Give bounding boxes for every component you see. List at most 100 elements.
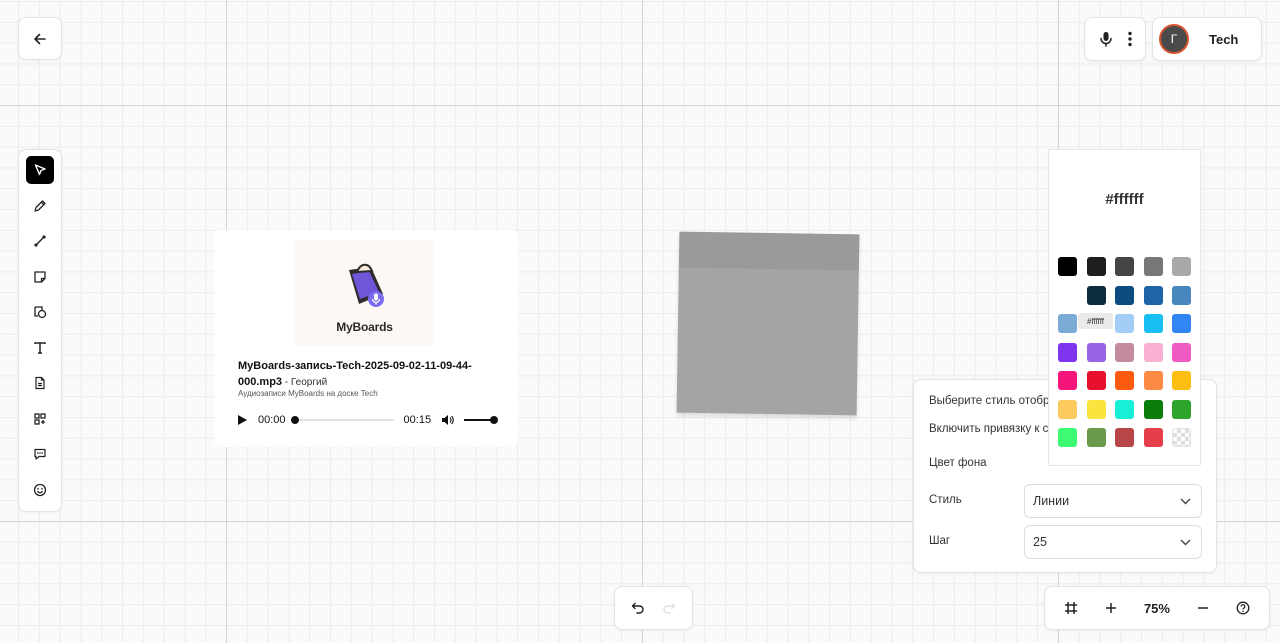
color-swatch[interactable] <box>1086 285 1106 305</box>
progress-slider[interactable] <box>290 416 394 424</box>
audio-player: 00:00 00:15 <box>236 411 508 429</box>
avatar: Г <box>1159 24 1189 54</box>
volume-icon <box>442 415 454 425</box>
color-swatch[interactable] <box>1058 285 1077 305</box>
zoom-panel: 75% <box>1044 586 1270 630</box>
color-swatch[interactable] <box>1143 342 1163 362</box>
zoom-level[interactable]: 75% <box>1144 601 1170 616</box>
file-tool[interactable] <box>26 369 54 397</box>
apps-tool[interactable] <box>26 405 54 433</box>
color-swatch[interactable] <box>1172 371 1191 390</box>
color-swatch[interactable] <box>1058 399 1077 419</box>
color-swatch[interactable] <box>1143 371 1163 390</box>
comment-icon <box>34 448 46 460</box>
comment-tool[interactable] <box>26 440 54 468</box>
play-icon <box>238 415 247 425</box>
color-swatch[interactable] <box>1172 342 1191 362</box>
toolbar <box>18 149 62 512</box>
help-icon <box>1236 601 1249 615</box>
pen-tool[interactable] <box>26 192 54 220</box>
audio-filename: MyBoards-запись-Tech-2025-09-02-11-09-44… <box>238 360 472 388</box>
line-icon <box>34 235 46 247</box>
frame-button[interactable] <box>1064 601 1078 615</box>
text-tool[interactable] <box>26 334 54 362</box>
color-swatch[interactable] <box>1143 428 1163 447</box>
color-swatch[interactable] <box>1086 371 1106 390</box>
undo-button[interactable] <box>631 602 645 614</box>
sticky-tool[interactable] <box>26 263 54 291</box>
bg-color-label: Цвет фона <box>929 457 987 469</box>
frame-icon <box>1065 602 1078 614</box>
volume-knob[interactable] <box>490 416 499 424</box>
display-style-label: Выберите стиль отобра <box>929 395 1056 407</box>
color-swatch[interactable] <box>1115 285 1134 305</box>
plus-icon <box>1106 603 1117 613</box>
audio-title: MyBoards-запись-Tech-2025-09-02-11-09-44… <box>238 358 500 391</box>
progress-knob[interactable] <box>290 416 299 424</box>
color-swatch[interactable] <box>1172 314 1191 333</box>
zoom-out-button[interactable] <box>1197 602 1209 614</box>
snap-label: Включить привязку к с <box>929 423 1049 435</box>
color-swatch[interactable] <box>1172 399 1191 419</box>
chevron-down-icon <box>1180 498 1191 504</box>
select-tool[interactable] <box>26 156 54 184</box>
chevron-down-icon <box>1180 539 1191 545</box>
volume-button[interactable] <box>441 414 454 426</box>
audio-card[interactable]: MyBoards MyBoards-запись-Tech-2025-09-02… <box>214 230 518 447</box>
arrow-left-icon <box>34 33 46 44</box>
grid-plus-icon <box>34 412 46 425</box>
cursor-icon <box>34 164 46 176</box>
zoom-in-button[interactable] <box>1105 602 1117 614</box>
style-select[interactable]: Линии <box>1024 484 1202 518</box>
sticky-note[interactable] <box>676 231 860 416</box>
mic-icon[interactable] <box>1099 31 1113 47</box>
play-button[interactable] <box>236 414 248 426</box>
undo-icon <box>632 602 644 614</box>
board-name: Tech <box>1209 31 1239 47</box>
step-value: 25 <box>1033 535 1047 549</box>
color-swatch[interactable] <box>1172 257 1191 276</box>
color-swatch[interactable] <box>1058 428 1077 447</box>
color-swatch[interactable] <box>1115 342 1134 362</box>
color-swatch[interactable] <box>1115 371 1134 390</box>
undo-redo-panel <box>614 586 693 630</box>
color-swatch[interactable] <box>1172 428 1191 447</box>
color-swatch[interactable] <box>1143 399 1163 419</box>
emoji-icon <box>33 483 47 496</box>
emoji-tool[interactable] <box>26 476 54 504</box>
text-icon <box>34 341 46 354</box>
color-swatch[interactable] <box>1058 342 1077 362</box>
myboards-logo-icon <box>348 263 384 307</box>
color-swatch[interactable] <box>1115 314 1134 333</box>
board-chip[interactable]: Г Tech <box>1152 17 1262 61</box>
color-swatch[interactable] <box>1143 257 1163 276</box>
redo-button[interactable] <box>662 602 676 614</box>
volume-slider[interactable] <box>464 416 499 424</box>
audio-subtitle: Аудиозаписи MyBoards на доске Tech <box>238 389 378 398</box>
more-vertical-icon[interactable] <box>1127 31 1132 47</box>
cover-brand: MyBoards <box>336 320 393 334</box>
color-swatch[interactable] <box>1086 399 1106 419</box>
back-button[interactable] <box>18 17 62 60</box>
step-select[interactable]: 25 <box>1024 525 1202 559</box>
duration: 00:15 <box>403 414 432 426</box>
color-swatch[interactable] <box>1058 257 1077 276</box>
style-label: Стиль <box>929 494 962 506</box>
color-swatch[interactable] <box>1115 428 1134 447</box>
color-swatch[interactable] <box>1086 257 1106 276</box>
shapes-tool[interactable] <box>26 298 54 326</box>
color-swatch[interactable] <box>1115 257 1134 276</box>
color-swatch[interactable] <box>1115 399 1134 419</box>
color-swatch[interactable] <box>1143 285 1163 305</box>
line-tool[interactable] <box>26 227 54 255</box>
color-hex-value: #ffffff <box>1105 191 1144 208</box>
color-swatch[interactable] <box>1086 342 1106 362</box>
help-button[interactable] <box>1236 601 1250 615</box>
pen-icon <box>34 199 46 212</box>
color-swatch[interactable] <box>1086 428 1106 447</box>
color-swatch[interactable] <box>1058 314 1077 333</box>
color-swatch[interactable] <box>1143 314 1163 333</box>
color-swatch[interactable] <box>1058 371 1077 390</box>
color-swatch[interactable] <box>1172 285 1191 305</box>
audio-author: - Георгий <box>282 377 328 388</box>
